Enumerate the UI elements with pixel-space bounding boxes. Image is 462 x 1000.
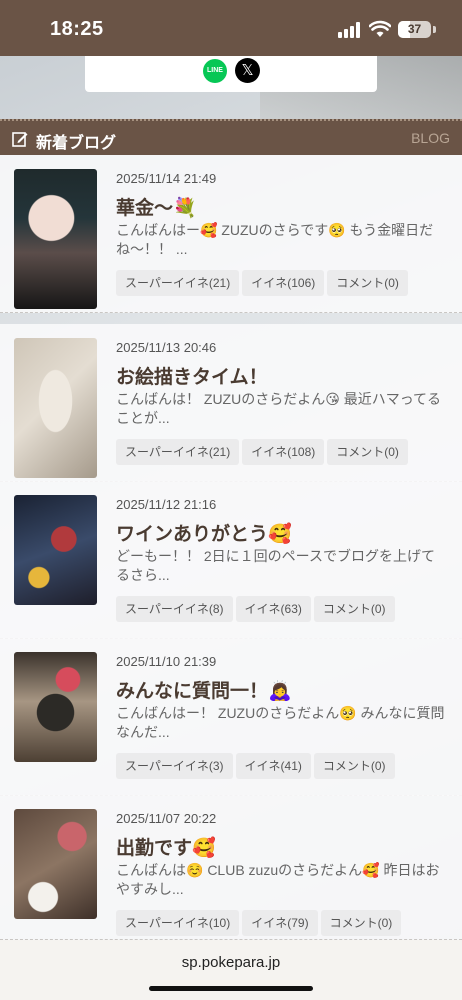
like-button[interactable]: イイネ(108) — [242, 439, 325, 465]
blog-post[interactable]: 2025/11/13 20:46 お絵描きタイム！ こんばんは！ ZUZUのさら… — [0, 324, 462, 482]
post-date: 2025/11/07 20:22 — [116, 811, 217, 826]
blog-post[interactable]: 2025/11/07 20:22 出勤です🥰 こんばんは☺️ CLUB zuzu… — [0, 795, 462, 940]
post-actions: スーパーイイネ(8) イイネ(63) コメント(0) — [116, 596, 398, 622]
post-title[interactable]: ワインありがとう🥰 — [116, 519, 292, 546]
status-bar: 18:25 37 — [0, 0, 462, 56]
post-thumbnail[interactable] — [14, 169, 97, 309]
like-button[interactable]: イイネ(106) — [242, 270, 325, 296]
post-date: 2025/11/10 21:39 — [116, 654, 217, 669]
like-button[interactable]: イイネ(79) — [242, 910, 318, 936]
home-indicator[interactable] — [149, 986, 313, 991]
post-excerpt: どーもー！！ 2日に１回のペースでブログを上げてるさら... — [116, 548, 435, 583]
comment-button[interactable]: コメント(0) — [313, 753, 395, 779]
super-like-button[interactable]: スーパーイイネ(10) — [116, 910, 240, 936]
super-like-button[interactable]: スーパーイイネ(21) — [116, 439, 240, 465]
post-actions: スーパーイイネ(3) イイネ(41) コメント(0) — [116, 753, 398, 779]
post-title[interactable]: 華金〜💐 — [116, 193, 197, 220]
like-button[interactable]: イイネ(41) — [235, 753, 311, 779]
blog-post[interactable]: 2025/11/10 21:39 みんなに質問一！🙇‍♀️ こんばんはー！ ZU… — [0, 638, 462, 796]
post-excerpt: こんばんはー！ ZUZUのさらだよん🥺 みんなに質問なんだ... — [116, 705, 445, 740]
browser-address-bar[interactable]: sp.pokepara.jp — [0, 940, 462, 1000]
comment-button[interactable]: コメント(0) — [327, 439, 408, 465]
x-share-icon[interactable]: 𝕏 — [235, 58, 260, 83]
post-actions: スーパーイイネ(21) イイネ(108) コメント(0) — [116, 439, 411, 465]
battery-icon: 37 — [398, 21, 431, 38]
super-like-button[interactable]: スーパーイイネ(3) — [116, 753, 233, 779]
post-title[interactable]: 出勤です🥰 — [116, 833, 216, 860]
post-thumbnail[interactable] — [14, 338, 97, 478]
section-tag[interactable]: BLOG — [411, 130, 450, 146]
url-text[interactable]: sp.pokepara.jp — [0, 954, 462, 971]
super-like-button[interactable]: スーパーイイネ(8) — [116, 596, 233, 622]
post-thumbnail[interactable] — [14, 652, 97, 762]
post-date: 2025/11/14 21:49 — [116, 171, 217, 186]
share-bar: LINE 𝕏 — [85, 56, 377, 92]
post-excerpt: こんばんはー🥰 ZUZUのさらです🥺 もう金曜日だね〜！！ ... — [116, 222, 434, 257]
post-actions: スーパーイイネ(10) イイネ(79) コメント(0) — [116, 910, 404, 936]
status-time: 18:25 — [50, 18, 104, 40]
blog-post[interactable]: 2025/11/14 21:49 華金〜💐 こんばんはー🥰 ZUZUのさらです🥺… — [0, 155, 462, 313]
post-title[interactable]: お絵描きタイム！ — [116, 362, 268, 389]
wifi-icon — [369, 20, 391, 37]
post-date: 2025/11/13 20:46 — [116, 340, 217, 355]
super-like-button[interactable]: スーパーイイネ(21) — [116, 270, 240, 296]
post-actions: スーパーイイネ(21) イイネ(106) コメント(0) — [116, 270, 411, 296]
like-button[interactable]: イイネ(63) — [235, 596, 311, 622]
post-title[interactable]: みんなに質問一！🙇‍♀️ — [116, 676, 292, 703]
comment-button[interactable]: コメント(0) — [313, 596, 395, 622]
comment-button[interactable]: コメント(0) — [320, 910, 402, 936]
section-title: 新着ブログ — [36, 135, 117, 152]
blog-post[interactable]: 2025/11/12 21:16 ワインありがとう🥰 どーもー！！ 2日に１回の… — [0, 481, 462, 639]
cellular-signal-icon — [338, 22, 364, 38]
post-excerpt: こんばんは☺️ CLUB zuzuのさらだよん🥰 昨日はおやすみし... — [116, 862, 440, 897]
section-header: 新着ブログ BLOG — [0, 119, 462, 155]
battery-percent: 37 — [407, 22, 422, 36]
post-date: 2025/11/12 21:16 — [116, 497, 217, 512]
battery-tip — [433, 26, 436, 33]
comment-button[interactable]: コメント(0) — [327, 270, 408, 296]
edit-note-icon — [12, 132, 28, 147]
post-excerpt: こんばんは！ ZUZUのさらだよん😘 最近ハマってることが... — [116, 391, 441, 426]
line-share-icon[interactable]: LINE — [203, 59, 227, 83]
post-thumbnail[interactable] — [14, 495, 97, 605]
post-thumbnail[interactable] — [14, 809, 97, 919]
